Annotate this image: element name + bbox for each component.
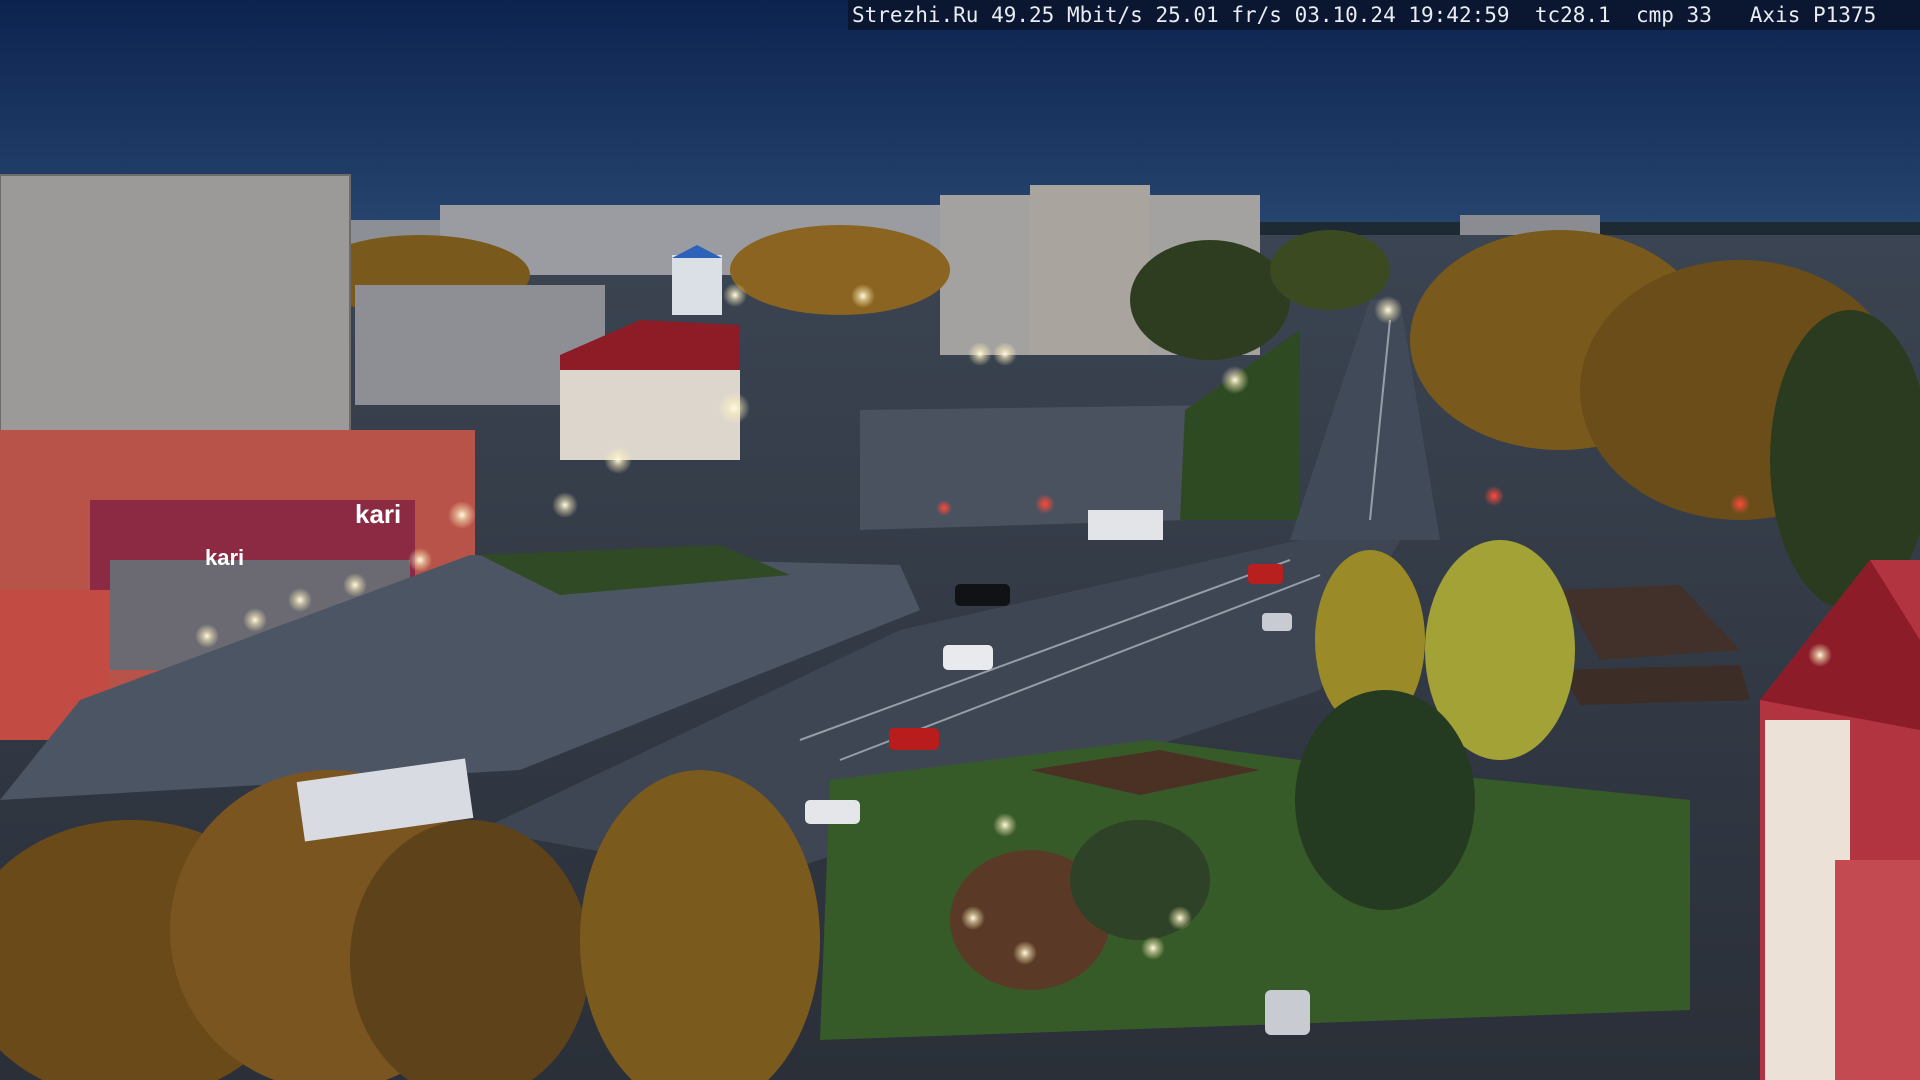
kari-sign: kari [355, 499, 401, 529]
blue-tower [672, 255, 722, 315]
overlay-camera-model: Axis P1375 [1749, 3, 1877, 27]
overlay-site: Strezhi.Ru [852, 3, 979, 27]
overlay-date: 03.10.24 [1294, 3, 1396, 27]
minibus [1088, 510, 1163, 540]
overlay-cmp: cmp 33 [1635, 3, 1712, 27]
webcam-scene: kari kari [0, 0, 1920, 1080]
overlay-time: 19:42:59 [1408, 3, 1510, 27]
overlay-tc: tc28.1 [1534, 3, 1611, 27]
kari-sign-small: kari [205, 545, 244, 570]
flower-bed-3 [1560, 665, 1750, 705]
overlay-framerate: 25.01 fr/s [1155, 3, 1282, 27]
camera-info-overlay: Strezhi.Ru 49.25 Mbit/s 25.01 fr/s 03.10… [848, 0, 1920, 30]
overlay-bitrate: 49.25 Mbit/s [991, 3, 1143, 27]
